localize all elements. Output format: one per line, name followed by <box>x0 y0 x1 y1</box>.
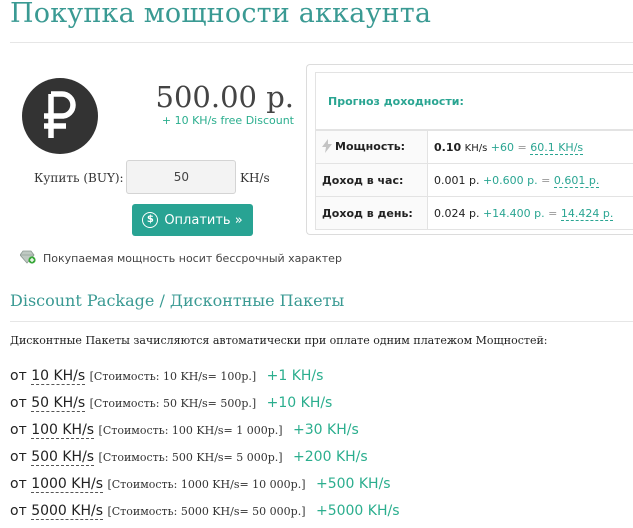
unit-label: KH/s <box>240 171 270 185</box>
discount-section-title: Discount Package / Дисконтные Пакеты <box>10 291 344 310</box>
discount-description: Дисконтные Пакеты зачисляются автоматиче… <box>10 334 548 347</box>
forecast-day-label: Доход в день: <box>316 197 428 230</box>
forecast-power-label: Мощность: <box>316 131 428 164</box>
title-divider <box>10 42 633 43</box>
package-cost: [Стоимость: 5000 KH/s= 50 000р.] <box>107 505 305 518</box>
package-amount[interactable]: 5000 KH/s <box>31 503 103 520</box>
forecast-hour-value: 0.001 р. +0.600 р. = 0.601 р. <box>428 164 633 197</box>
package-cost: [Стоимость: 500 KH/s= 5 000р.] <box>99 451 283 464</box>
discount-note: + 10 KH/s free Discount <box>140 114 294 127</box>
forecast-day-value: 0.024 р. +14.400 р. = 14.424 р. <box>428 197 633 230</box>
ruble-logo-icon <box>22 78 98 154</box>
package-amount[interactable]: 10 KH/s <box>31 368 85 385</box>
buy-label: Купить (BUY): <box>34 171 124 185</box>
forecast-panel: Прогноз доходности: Мощность: 0.10 KH/s … <box>306 64 633 235</box>
package-amount[interactable]: 100 KH/s <box>31 422 94 439</box>
forecast-table: Мощность: 0.10 KH/s +60 = 60.1 KH/s Дохо… <box>315 130 633 230</box>
package-amount[interactable]: 1000 KH/s <box>31 476 103 493</box>
package-item: от 1000 KH/s [Стоимость: 1000 KH/s= 10 0… <box>10 474 400 501</box>
section-divider <box>10 321 633 322</box>
package-item: от 500 KH/s [Стоимость: 500 KH/s= 5 000р… <box>10 447 400 474</box>
discount-package-list: от 10 KH/s [Стоимость: 10 KH/s= 100р.] +… <box>10 366 400 528</box>
coin-icon: $ <box>142 212 158 228</box>
page-title: Покупка мощности аккаунта <box>10 0 431 29</box>
permanent-note: Покупаемая мощность носит бессрочный хар… <box>20 250 342 267</box>
package-cost: [Стоимость: 50 KH/s= 500р.] <box>90 397 257 410</box>
forecast-hour-label: Доход в час: <box>316 164 428 197</box>
package-bonus: +500 KH/s <box>316 476 391 492</box>
package-item: от 10 KH/s [Стоимость: 10 KH/s= 100р.] +… <box>10 366 400 393</box>
package-bonus: +1 KH/s <box>267 368 324 384</box>
price: 500.00 р. <box>150 80 294 114</box>
forecast-power-value: 0.10 KH/s +60 = 60.1 KH/s <box>428 131 633 164</box>
pay-button-label: Оплатить » <box>164 213 242 228</box>
package-item: от 50 KH/s [Стоимость: 50 KH/s= 500р.] +… <box>10 393 400 420</box>
quantity-input[interactable] <box>126 160 236 194</box>
package-bonus: +10 KH/s <box>267 395 333 411</box>
package-cost: [Стоимость: 10 KH/s= 100р.] <box>90 370 257 383</box>
package-cost: [Стоимость: 100 KH/s= 1 000р.] <box>99 424 283 437</box>
package-bonus: +30 KH/s <box>293 422 359 438</box>
forecast-header: Прогноз доходности: <box>315 72 633 130</box>
package-bonus: +200 KH/s <box>293 449 368 465</box>
package-item: от 5000 KH/s [Стоимость: 5000 KH/s= 50 0… <box>10 501 400 528</box>
package-bonus: +5000 KH/s <box>316 503 400 519</box>
forecast-title: Прогноз доходности: <box>328 95 464 108</box>
pay-button[interactable]: $ Оплатить » <box>132 204 253 236</box>
package-amount[interactable]: 500 KH/s <box>31 449 94 466</box>
forecast-row-power: Мощность: 0.10 KH/s +60 = 60.1 KH/s <box>316 131 633 164</box>
forecast-row-hour: Доход в час: 0.001 р. +0.600 р. = 0.601 … <box>316 164 633 197</box>
package-amount[interactable]: 50 KH/s <box>31 395 85 412</box>
package-item: от 100 KH/s [Стоимость: 100 KH/s= 1 000р… <box>10 420 400 447</box>
lightning-icon <box>322 139 332 156</box>
forecast-row-day: Доход в день: 0.024 р. +14.400 р. = 14.4… <box>316 197 633 230</box>
diamond-plus-icon <box>20 250 36 267</box>
permanent-note-text: Покупаемая мощность носит бессрочный хар… <box>43 252 342 265</box>
package-cost: [Стоимость: 1000 KH/s= 10 000р.] <box>107 478 305 491</box>
